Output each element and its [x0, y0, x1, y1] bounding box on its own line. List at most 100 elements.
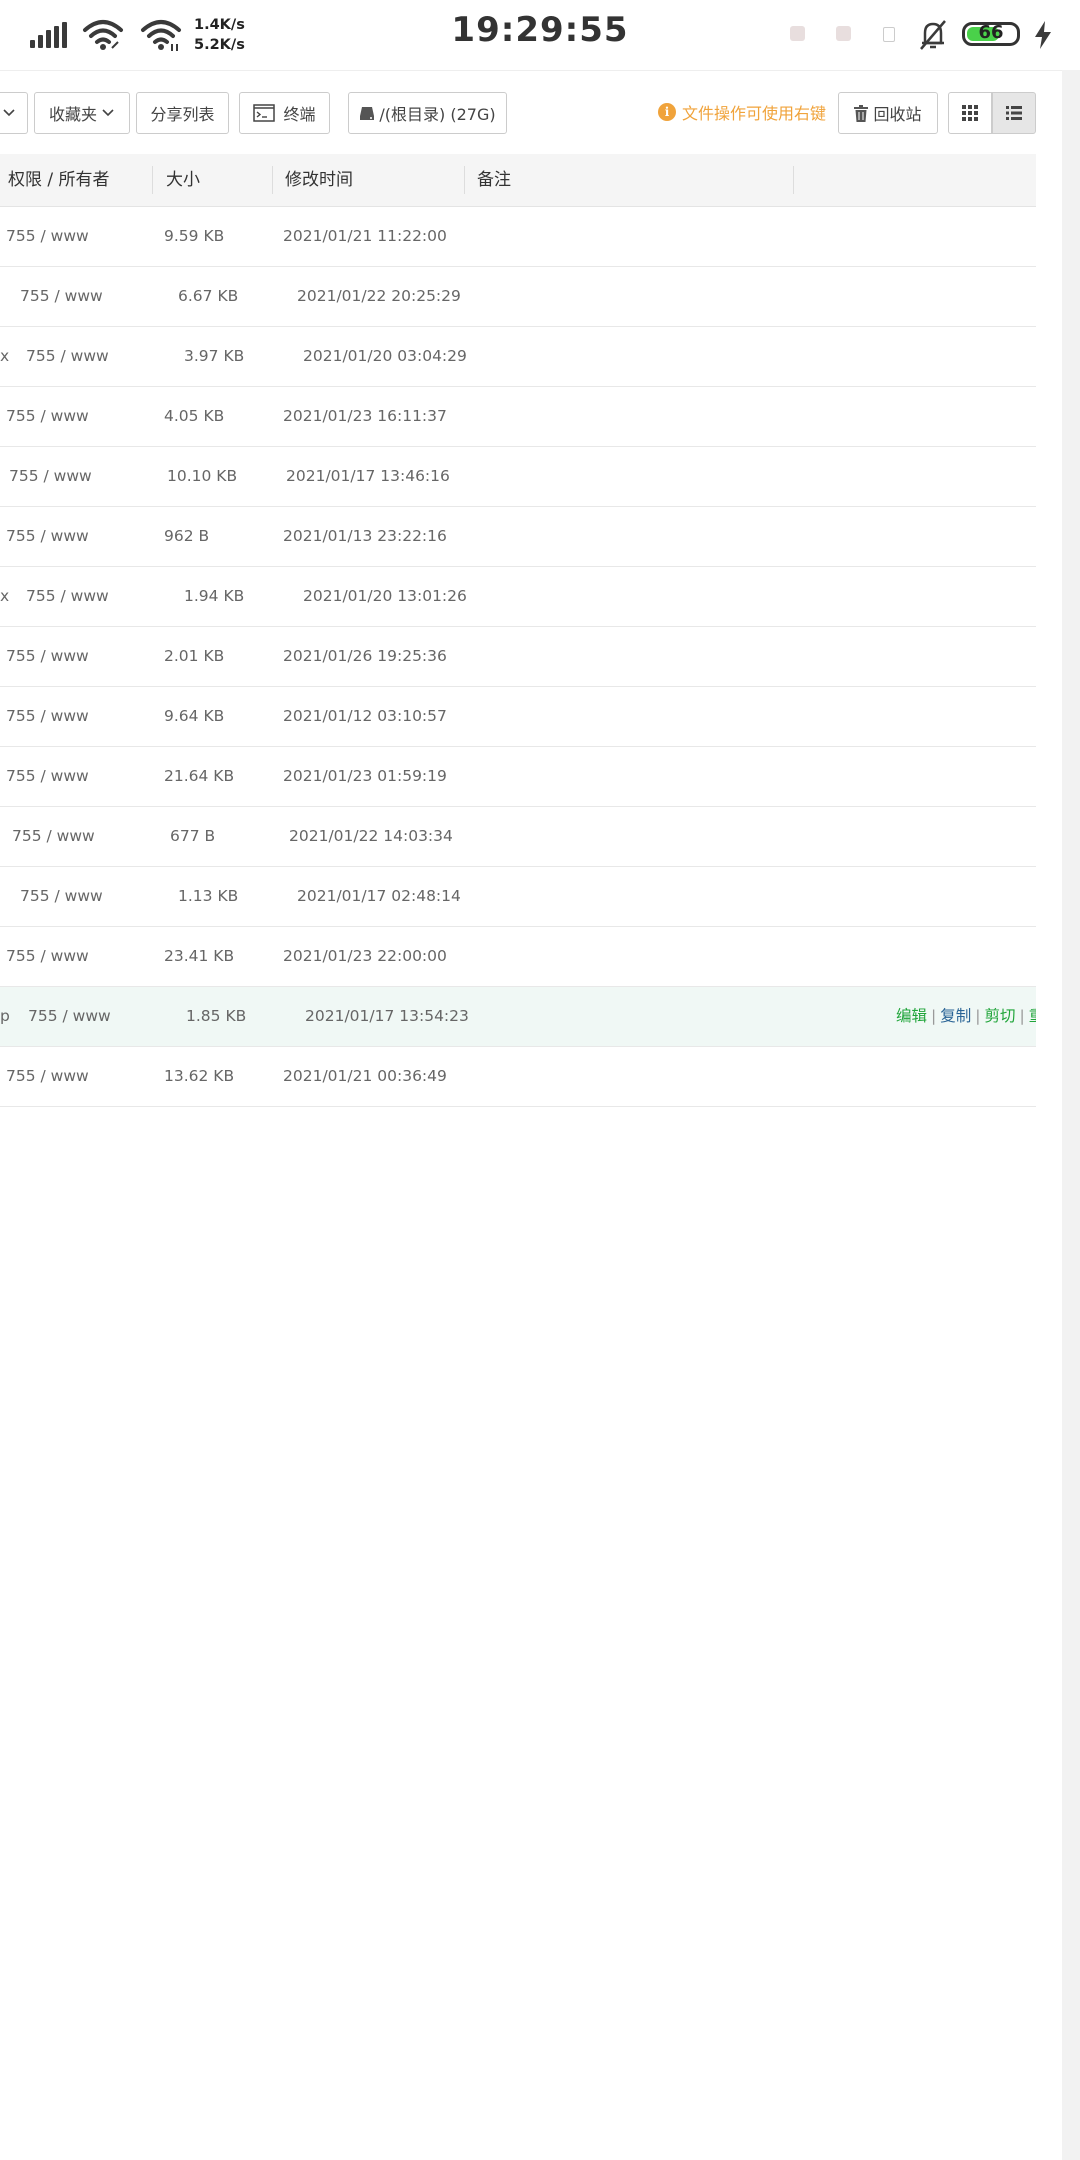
file-name-fragment: x — [0, 587, 10, 605]
size-cell: 3.97 KB — [184, 347, 245, 365]
action-separator: | — [975, 1007, 981, 1025]
trash-icon — [854, 104, 869, 122]
view-toggle — [948, 92, 1036, 134]
column-header-perm-owner[interactable]: 权限 / 所有者 — [8, 154, 110, 206]
modified-time-cell: 2021/01/17 02:48:14 — [297, 887, 461, 905]
edit-link[interactable]: 编辑 — [896, 1007, 927, 1025]
size-cell: 2.01 KB — [164, 647, 225, 665]
column-header-modified[interactable]: 修改时间 — [285, 154, 353, 206]
terminal-label: 终端 — [283, 105, 316, 124]
terminal-icon — [253, 104, 276, 122]
size-cell: 6.67 KB — [178, 287, 239, 305]
modified-time-cell: 2021/01/20 03:04:29 — [303, 347, 467, 365]
perm-owner-cell: 755 / www — [6, 947, 89, 965]
size-cell: 13.62 KB — [164, 1067, 235, 1085]
perm-owner-cell: 755 / www — [6, 527, 89, 545]
table-row[interactable]: x 755 / www 1.94 KB 2021/01/20 13:01:26 — [0, 567, 1036, 627]
modified-time-cell: 2021/01/26 19:25:36 — [283, 647, 447, 665]
table-row[interactable]: 755 / www 962 B 2021/01/13 23:22:16 — [0, 507, 1036, 567]
perm-owner-cell: 755 / www — [26, 587, 109, 605]
column-header-note[interactable]: 备注 — [477, 154, 511, 206]
table-row[interactable]: 755 / www 10.10 KB 2021/01/17 13:46:16 — [0, 447, 1036, 507]
table-row[interactable]: 755 / www 6.67 KB 2021/01/22 20:25:29 — [0, 267, 1036, 327]
table-row[interactable]: 755 / www 4.05 KB 2021/01/23 16:11:37 — [0, 387, 1036, 447]
favorites-label: 收藏夹 — [48, 105, 97, 124]
action-separator: | — [931, 1007, 937, 1025]
list-icon — [1006, 106, 1022, 120]
column-divider[interactable] — [272, 166, 273, 194]
modified-time-cell: 2021/01/17 13:46:16 — [286, 467, 450, 485]
lock-icon — [883, 27, 895, 42]
grid-icon — [962, 105, 978, 121]
modified-time-cell: 2021/01/22 20:25:29 — [297, 287, 461, 305]
column-header-size[interactable]: 大小 — [166, 154, 200, 206]
grid-view-button[interactable] — [948, 92, 992, 134]
column-divider[interactable] — [152, 166, 153, 194]
column-divider[interactable] — [464, 166, 465, 194]
row-actions: 编辑|复制|剪切|重 — [896, 987, 1036, 1046]
list-view-button[interactable] — [992, 92, 1036, 134]
bell-muted-icon — [916, 18, 950, 52]
share-list-button[interactable]: 分享列表 — [136, 92, 229, 134]
table-row[interactable]: 755 / www 13.62 KB 2021/01/21 00:36:49 — [0, 1047, 1036, 1107]
size-cell: 1.13 KB — [178, 887, 239, 905]
size-cell: 1.94 KB — [184, 587, 245, 605]
copy-link[interactable]: 复制 — [940, 1007, 971, 1025]
perm-owner-cell: 755 / www — [9, 467, 92, 485]
table-row[interactable]: p 755 / www 1.85 KB 2021/01/17 13:54:23 编辑 | 复… — [0, 987, 1036, 1047]
table-row[interactable]: 755 / www 9.64 KB 2021/01/12 03:10:57 — [0, 687, 1036, 747]
root-directory-button[interactable]: /(根目录) (27G) — [348, 92, 507, 134]
perm-owner-cell: 755 / www — [6, 647, 89, 665]
table-row[interactable]: 755 / www 1.13 KB 2021/01/17 02:48:14 — [0, 867, 1036, 927]
table-row[interactable]: 755 / www 23.41 KB 2021/01/23 22:00:00 — [0, 927, 1036, 987]
modified-time-cell: 2021/01/17 13:54:23 — [305, 1007, 469, 1025]
root-directory-label: /(根目录) (27G) — [379, 105, 496, 124]
chevron-down-icon — [102, 109, 114, 117]
perm-owner-cell: 755 / www — [28, 1007, 111, 1025]
perm-owner-cell: 755 / www — [6, 767, 89, 785]
perm-owner-cell: 755 / www — [12, 827, 95, 845]
table-row[interactable]: 755 / www 677 B 2021/01/22 14:03:34 — [0, 807, 1036, 867]
table-row[interactable]: x 755 / www 3.97 KB 2021/01/20 03:04:29 — [0, 327, 1036, 387]
battery-level: 66 — [978, 22, 1004, 43]
perm-owner-cell: 755 / www — [6, 1067, 89, 1085]
file-table-header: 权限 / 所有者 大小 修改时间 备注 — [0, 154, 1036, 207]
file-table-body: 755 / www 9.59 KB 2021/01/21 11:22:00 755 /… — [0, 207, 1036, 1107]
size-cell: 9.59 KB — [164, 227, 225, 245]
size-cell: 677 B — [170, 827, 216, 845]
size-cell: 4.05 KB — [164, 407, 225, 425]
favorites-button[interactable]: 收藏夹 — [34, 92, 130, 134]
perm-owner-cell: 755 / www — [20, 887, 103, 905]
notification-icon — [836, 26, 851, 41]
perm-owner-cell: 755 / www — [6, 227, 89, 245]
right-click-hint: i 文件操作可使用右键 — [658, 100, 826, 124]
disk-icon — [360, 107, 375, 120]
size-cell: 21.64 KB — [164, 767, 235, 785]
battery-icon: 66 — [962, 22, 1020, 46]
size-cell: 10.10 KB — [167, 467, 238, 485]
recycle-bin-button[interactable]: 回收站 — [838, 92, 938, 134]
share-list-label: 分享列表 — [150, 105, 215, 124]
scrollbar[interactable] — [1062, 70, 1080, 2160]
perm-owner-cell: 755 / www — [6, 407, 89, 425]
recycle-bin-label: 回收站 — [873, 105, 922, 124]
terminal-button[interactable]: 终端 — [239, 92, 330, 134]
size-cell: 23.41 KB — [164, 947, 235, 965]
dropdown-button[interactable] — [0, 92, 28, 134]
table-row[interactable]: 755 / www 9.59 KB 2021/01/21 11:22:00 — [0, 207, 1036, 267]
info-icon: i — [658, 103, 676, 121]
table-row[interactable]: 755 / www 2.01 KB 2021/01/26 19:25:36 — [0, 627, 1036, 687]
size-cell: 1.85 KB — [186, 1007, 247, 1025]
hint-text: 文件操作可使用右键 — [682, 104, 827, 123]
modified-time-cell: 2021/01/21 11:22:00 — [283, 227, 447, 245]
modified-time-cell: 2021/01/12 03:10:57 — [283, 707, 447, 725]
cut-link[interactable]: 剪切 — [985, 1007, 1016, 1025]
perm-owner-cell: 755 / www — [6, 707, 89, 725]
more-action-link[interactable]: 重 — [1029, 1007, 1036, 1025]
table-row[interactable]: 755 / www 21.64 KB 2021/01/23 01:59:19 — [0, 747, 1036, 807]
perm-owner-cell: 755 / www — [20, 287, 103, 305]
column-divider[interactable] — [793, 166, 794, 194]
modified-time-cell: 2021/01/22 14:03:34 — [289, 827, 453, 845]
file-name-fragment: x — [0, 347, 10, 365]
notification-icon — [790, 26, 805, 41]
